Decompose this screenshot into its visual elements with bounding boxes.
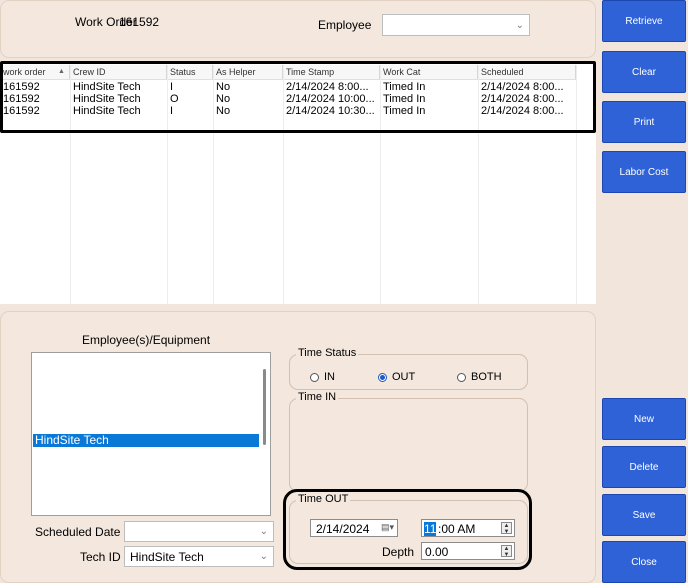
work-order-panel: Work Order 161592 Employee ⌄	[0, 0, 596, 58]
radio-in[interactable]: IN	[310, 371, 335, 383]
time-in-group: Time IN	[289, 391, 528, 492]
tech-id-value: HindSite Tech	[130, 549, 204, 564]
grid-highlight-callout	[0, 61, 596, 133]
labor-cost-button[interactable]: Labor Cost	[602, 151, 686, 193]
radio-circle-icon	[310, 372, 319, 382]
chevron-down-icon: ⌄	[259, 526, 268, 537]
chevron-down-icon: ⌄	[515, 19, 524, 31]
tech-id-select[interactable]: HindSite Tech ⌄	[124, 546, 274, 567]
delete-button[interactable]: Delete	[602, 446, 686, 488]
time-in-legend: Time IN	[296, 391, 339, 403]
employee-select[interactable]: ⌄	[382, 14, 530, 36]
time-status-legend: Time Status	[296, 347, 359, 359]
detail-panel: Employee(s)/Equipment HindSite Tech Sche…	[0, 311, 596, 583]
chevron-down-icon: ⌄	[259, 551, 268, 562]
list-item[interactable]: HindSite Tech	[33, 434, 259, 447]
scheduled-date-label: Scheduled Date	[35, 525, 121, 539]
scheduled-date-select[interactable]: ⌄	[124, 521, 274, 542]
time-out-highlight-callout	[283, 489, 532, 570]
employee-list[interactable]: HindSite Tech	[31, 352, 271, 516]
employees-title: Employee(s)/Equipment	[82, 333, 211, 347]
new-button[interactable]: New	[602, 398, 686, 440]
clear-button[interactable]: Clear	[602, 51, 686, 93]
employee-label: Employee	[318, 18, 372, 32]
print-button[interactable]: Print	[602, 101, 686, 143]
time-status-group: Time Status IN OUT BOTH	[289, 347, 528, 390]
save-button[interactable]: Save	[602, 494, 686, 536]
time-entries-grid[interactable]: work order ▲ Crew ID Status As Helper Ti…	[0, 61, 596, 304]
list-scrollbar[interactable]	[263, 369, 266, 445]
tech-id-label: Tech ID	[80, 550, 121, 564]
radio-out[interactable]: OUT	[378, 371, 415, 383]
retrieve-button[interactable]: Retrieve	[602, 0, 686, 42]
radio-both[interactable]: BOTH	[457, 371, 502, 383]
radio-circle-icon	[457, 372, 466, 382]
work-order-value: 161592	[119, 15, 160, 29]
radio-selected-icon	[378, 372, 387, 382]
close-button[interactable]: Close	[602, 541, 686, 583]
